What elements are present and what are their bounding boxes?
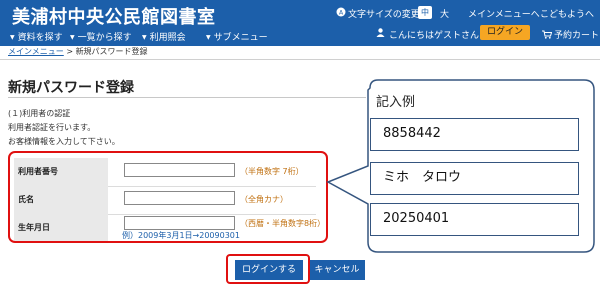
breadcrumb-separator: > — [66, 47, 74, 56]
form-highlight-box — [8, 151, 328, 243]
user-icon — [376, 28, 385, 40]
example-user-id: 8858442 — [370, 118, 579, 151]
cart-link[interactable]: 予約カート — [542, 28, 599, 41]
nav-search-materials[interactable]: ▼ 資料を探す — [10, 30, 63, 43]
nav-usage-inquiry[interactable]: ▼ 利用照会 — [142, 30, 186, 43]
font-size-medium-button[interactable]: 中 — [418, 6, 432, 19]
nav-label: 一覧から探す — [77, 33, 132, 43]
example-birthdate: 20250401 — [370, 203, 579, 236]
greeting-text: こんにちはゲストさん — [389, 31, 480, 41]
page-title: 新規パスワード登録 — [8, 80, 134, 96]
font-size-icon: A — [336, 7, 346, 20]
nav-label: 資料を探す — [17, 33, 63, 43]
cart-label: 予約カート — [554, 31, 600, 41]
nav-label: 利用照会 — [149, 33, 186, 43]
divider — [0, 59, 600, 60]
instruction-text: お客様情報を入力して下さい。 — [8, 137, 120, 146]
caret-down-icon: ▼ — [10, 34, 15, 41]
caret-down-icon: ▼ — [70, 34, 75, 41]
breadcrumb-home-link[interactable]: メインメニュー — [8, 47, 64, 56]
breadcrumb-current: 新規パスワード登録 — [75, 47, 148, 56]
caret-down-icon: ▼ — [206, 34, 211, 41]
nav-submenu[interactable]: ▼ サブメニュー — [206, 30, 268, 43]
instruction-text: 利用者認証を行います。 — [8, 123, 96, 132]
divider — [8, 97, 366, 98]
main-menu-link[interactable]: メインメニューへ — [468, 7, 540, 20]
caret-down-icon: ▼ — [142, 34, 147, 41]
callout-title: 記入例 — [376, 95, 416, 110]
login-button[interactable]: ログイン — [480, 25, 530, 40]
breadcrumb: メインメニュー > 新規パスワード登録 — [8, 46, 148, 57]
cancel-button[interactable]: キャンセル — [309, 260, 365, 280]
font-size-label: 文字サイズの変更 — [348, 10, 420, 20]
site-title[interactable]: 美浦村中央公民館図書室 — [12, 3, 216, 29]
nav-label: サブメニュー — [213, 33, 268, 43]
example-name: ミホ タロウ — [370, 162, 579, 195]
button-highlight-box — [226, 254, 310, 284]
kids-page-link[interactable]: こどもようへ — [540, 7, 594, 20]
section-heading: (１)利用者の認証 — [8, 109, 71, 118]
nav-browse-list[interactable]: ▼ 一覧から探す — [70, 30, 132, 43]
font-size-large-button[interactable]: 大 — [440, 7, 449, 20]
cart-icon — [542, 30, 553, 39]
